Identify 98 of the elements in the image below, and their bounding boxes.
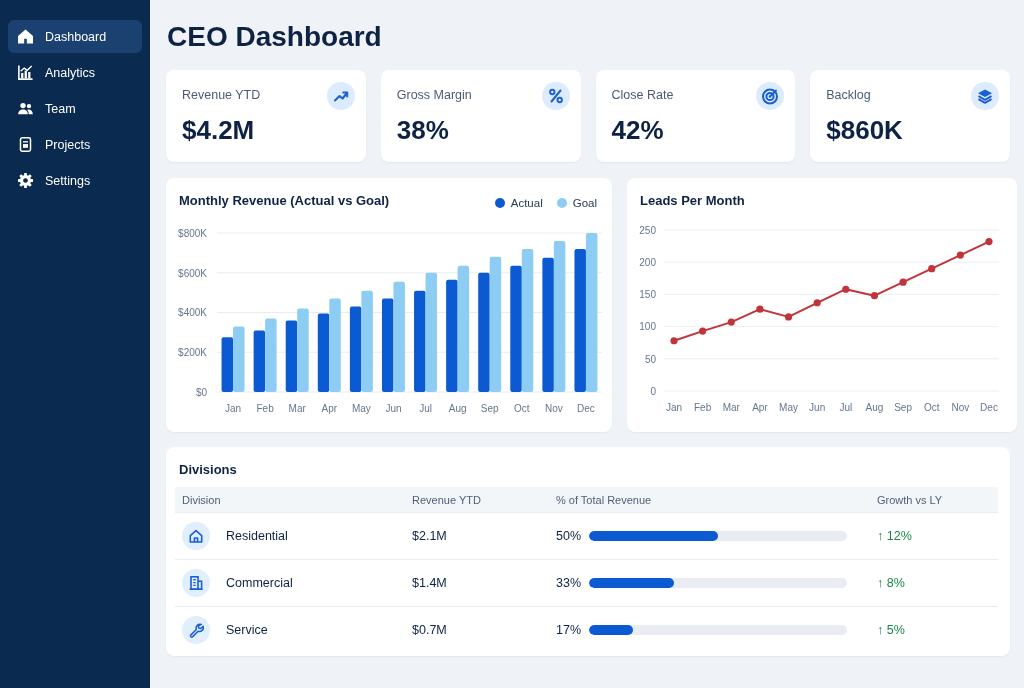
share-percent: 50% xyxy=(556,529,583,543)
legend-label: Goal xyxy=(572,197,597,209)
data-point xyxy=(727,318,735,326)
share-percent: 17% xyxy=(556,623,583,637)
share-percent: 33% xyxy=(556,576,583,590)
axis-label: Jun xyxy=(385,403,402,414)
axis-label: $800K xyxy=(178,227,207,239)
axis-label: Jul xyxy=(419,403,432,414)
data-point xyxy=(756,305,764,313)
axis-label: Jun xyxy=(809,402,826,413)
revenue-value: $0.7M xyxy=(412,623,447,637)
kpi-value: 38% xyxy=(396,114,449,146)
division-name: Residential xyxy=(226,529,288,543)
chart-icon xyxy=(18,65,33,80)
section-title: Divisions xyxy=(179,462,237,478)
nav-item[interactable]: Settings xyxy=(8,164,142,197)
kpi-label: Revenue YTD xyxy=(182,87,261,102)
axis-label: 50 xyxy=(644,353,656,365)
axis-label: Nov xyxy=(545,403,563,414)
document-icon xyxy=(18,137,33,152)
axis-label: 100 xyxy=(639,321,656,333)
chart-title: Leads Per Month xyxy=(640,192,745,208)
kpi-value: $4.2M xyxy=(182,114,255,146)
data-point xyxy=(842,285,850,293)
axis-label: Sep xyxy=(894,402,912,413)
data-point xyxy=(699,327,707,335)
axis-label: Jan xyxy=(225,403,242,414)
kpi-label: Backlog xyxy=(826,87,871,102)
axis-label: Apr xyxy=(752,402,768,413)
column-header: % of Total Revenue xyxy=(555,493,652,506)
data-point xyxy=(985,238,993,246)
nav-item[interactable]: Projects xyxy=(8,128,142,161)
nav-item[interactable]: Dashboard xyxy=(8,20,142,53)
axis-label: May xyxy=(351,403,371,414)
column-header: Growth vs LY xyxy=(876,493,943,506)
kpi-label: Close Rate xyxy=(611,87,674,102)
axis-label: Feb xyxy=(256,403,274,414)
axis-label: Sep xyxy=(480,403,499,414)
data-point xyxy=(928,265,936,273)
axis-label: 0 xyxy=(650,385,656,397)
data-point xyxy=(870,292,879,300)
growth-value: ↑ 8% xyxy=(877,576,905,590)
division-name: Service xyxy=(226,623,268,637)
people-icon xyxy=(18,101,33,116)
axis-label: Apr xyxy=(321,403,338,414)
data-point xyxy=(784,313,793,321)
data-point xyxy=(899,278,907,286)
kpi-value: $860K xyxy=(826,114,903,146)
axis-label: 200 xyxy=(639,257,656,268)
chart-bar xyxy=(221,337,234,392)
growth-value: ↑ 5% xyxy=(877,623,905,637)
axis-label: $600K xyxy=(178,267,207,279)
target-icon xyxy=(756,82,785,110)
column-header: Division xyxy=(181,493,221,506)
page-title: CEO Dashboard xyxy=(167,20,382,54)
building-icon xyxy=(182,569,210,597)
axis-label: 250 xyxy=(639,224,656,236)
percent-icon xyxy=(541,82,570,110)
data-point xyxy=(670,337,678,345)
chart-bar xyxy=(285,320,298,392)
wrench-icon xyxy=(182,616,210,644)
axis-label: $400K xyxy=(178,307,207,319)
data-point xyxy=(813,299,821,307)
kpi-value: 42% xyxy=(611,114,664,146)
legend-label: Actual xyxy=(510,197,543,209)
growth-value: ↑ 12% xyxy=(877,529,912,543)
axis-label: Nov xyxy=(951,402,970,413)
nav-item[interactable]: Team xyxy=(8,92,142,125)
axis-label: Aug xyxy=(448,403,467,414)
axis-label: Feb xyxy=(694,402,712,413)
chart-bar xyxy=(233,326,245,392)
layers-icon xyxy=(971,82,999,110)
kpi-label: Gross Margin xyxy=(396,87,472,102)
revenue-value: $2.1M xyxy=(412,529,447,543)
revenue-value: $1.4M xyxy=(412,576,447,590)
axis-label: Jan xyxy=(665,402,683,413)
division-name: Commercial xyxy=(226,576,293,590)
axis-label: 150 xyxy=(639,289,656,301)
axis-label: Oct xyxy=(923,402,940,413)
axis-label: Dec xyxy=(577,403,595,414)
axis-label: Oct xyxy=(514,403,530,414)
axis-label: Jul xyxy=(839,402,853,413)
house-icon xyxy=(18,29,33,44)
settings-icon xyxy=(18,173,33,188)
axis-label: $200K xyxy=(178,347,207,359)
column-header: Revenue YTD xyxy=(411,493,481,506)
data-point xyxy=(956,251,964,259)
axis-label: Dec xyxy=(980,402,998,413)
axis-label: Mar xyxy=(288,403,306,414)
axis-label: Aug xyxy=(865,402,884,413)
trend-up-icon xyxy=(326,82,355,110)
axis-label: May xyxy=(779,402,798,413)
house-icon xyxy=(182,522,210,550)
chart-bar xyxy=(253,330,266,392)
axis-label: $0 xyxy=(195,386,207,398)
axis-label: Mar xyxy=(722,402,740,413)
chart-title: Monthly Revenue (Actual vs Goal) xyxy=(179,192,390,208)
nav-item[interactable]: Analytics xyxy=(8,56,142,89)
